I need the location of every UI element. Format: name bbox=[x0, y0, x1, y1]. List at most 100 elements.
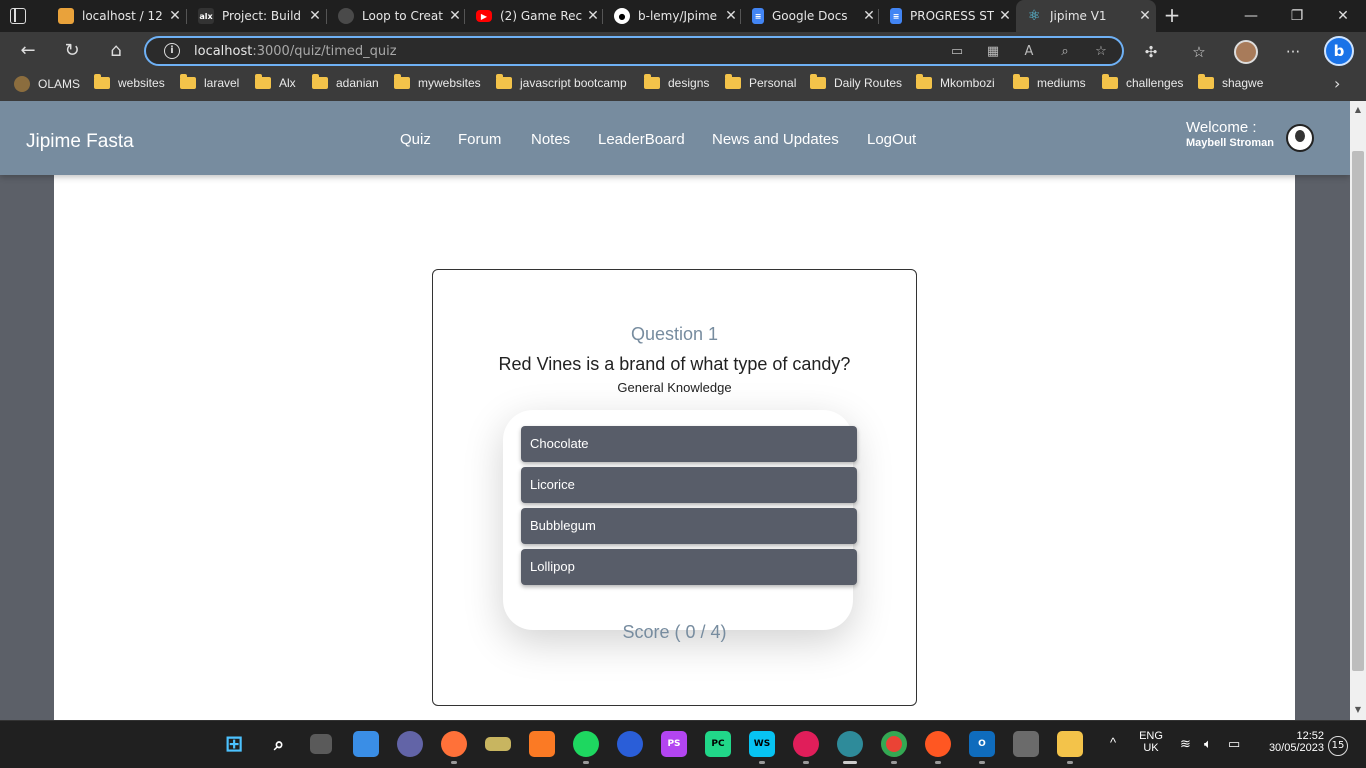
nav-forum[interactable]: Forum bbox=[458, 131, 501, 148]
app-icon[interactable] bbox=[1013, 731, 1039, 757]
close-icon[interactable]: ✕ bbox=[304, 8, 326, 24]
bookmark-folder[interactable]: Daily Routes bbox=[810, 74, 902, 90]
more-options-icon[interactable]: ··· bbox=[1282, 41, 1304, 63]
bookmark-folder[interactable]: Mkombozi bbox=[916, 74, 995, 90]
postman-icon[interactable] bbox=[925, 731, 951, 757]
site-info-icon[interactable]: i bbox=[164, 43, 180, 59]
option-button[interactable]: Bubblegum bbox=[521, 508, 857, 544]
nav-quiz[interactable]: Quiz bbox=[400, 131, 431, 148]
device-icon[interactable]: ▭ bbox=[948, 44, 966, 62]
phpstorm-icon[interactable]: PS bbox=[661, 731, 687, 757]
close-icon[interactable]: ✕ bbox=[994, 8, 1016, 24]
tab-actions-icon[interactable] bbox=[10, 8, 26, 24]
webstorm-icon[interactable]: WS bbox=[749, 731, 775, 757]
bookmark-item[interactable]: OLAMS bbox=[14, 76, 80, 92]
favorites-icon[interactable]: ☆ bbox=[1188, 41, 1210, 63]
nav-logout[interactable]: LogOut bbox=[867, 131, 916, 148]
pycharm-icon[interactable]: PC bbox=[705, 731, 731, 757]
edge-icon[interactable] bbox=[837, 731, 863, 757]
task-view-icon[interactable] bbox=[310, 734, 332, 754]
restore-icon[interactable]: ❐ bbox=[1274, 0, 1320, 32]
avatar[interactable] bbox=[1286, 124, 1314, 152]
new-tab-icon[interactable]: + bbox=[1160, 4, 1184, 28]
scroll-down-icon[interactable]: ▼ bbox=[1353, 705, 1363, 714]
nav-leaderboard[interactable]: LeaderBoard bbox=[598, 131, 685, 148]
read-aloud-icon[interactable]: A bbox=[1020, 44, 1038, 62]
scrollbar-thumb[interactable] bbox=[1352, 151, 1364, 671]
outlook-icon[interactable]: O bbox=[969, 731, 995, 757]
back-arrow-icon[interactable]: ← bbox=[14, 38, 42, 64]
page-scrollbar[interactable]: ▲ ▼ bbox=[1350, 101, 1366, 720]
home-icon[interactable]: ⌂ bbox=[102, 38, 130, 64]
nav-notes[interactable]: Notes bbox=[531, 131, 570, 148]
browser-tab-active[interactable]: ⚛ Jipime V1 ✕ bbox=[1016, 0, 1156, 32]
close-icon[interactable]: ✕ bbox=[720, 8, 742, 24]
close-icon[interactable]: ✕ bbox=[858, 8, 880, 24]
minimize-icon[interactable]: — bbox=[1228, 0, 1274, 32]
browser-tab-7[interactable]: ≡ PROGRESS ST ✕ bbox=[880, 0, 1016, 32]
nav-news-updates[interactable]: News and Updates bbox=[712, 131, 839, 148]
firefox-icon[interactable] bbox=[441, 731, 467, 757]
bookmark-folder[interactable]: Alx bbox=[255, 74, 296, 90]
battery-icon[interactable]: ▭ bbox=[1228, 736, 1240, 752]
spotify-icon[interactable] bbox=[573, 731, 599, 757]
tab-title: (2) Game Rec bbox=[500, 9, 582, 23]
page-viewport: Jipime Fasta Quiz Forum Notes LeaderBoar… bbox=[0, 101, 1350, 720]
language-indicator[interactable]: ENG UK bbox=[1136, 730, 1166, 754]
bookmark-folder[interactable]: shagwe bbox=[1198, 74, 1263, 90]
close-icon[interactable]: ✕ bbox=[164, 8, 186, 24]
address-bar[interactable]: i localhost:3000/quiz/timed_quiz ▭ ▦ A ⌕… bbox=[144, 36, 1124, 66]
bookmark-folder[interactable]: javascript bootcamp bbox=[496, 74, 627, 90]
browser-tab-5[interactable]: ● b-lemy/Jpime ✕ bbox=[604, 0, 742, 32]
bookmark-folder[interactable]: websites bbox=[94, 74, 165, 90]
slack-icon[interactable] bbox=[793, 731, 819, 757]
tab-title: localhost / 12 bbox=[82, 9, 163, 23]
xampp-icon[interactable] bbox=[529, 731, 555, 757]
close-icon[interactable]: ✕ bbox=[582, 8, 604, 24]
score-display: Score ( 0 / 4) bbox=[622, 622, 727, 642]
url-text[interactable]: localhost:3000/quiz/timed_quiz bbox=[194, 44, 397, 59]
widgets-icon[interactable] bbox=[353, 731, 379, 757]
clock[interactable]: 12:52 30/05/2023 bbox=[1258, 730, 1324, 754]
option-button[interactable]: Licorice bbox=[521, 467, 857, 503]
zoom-icon[interactable]: ⌕ bbox=[1056, 44, 1074, 62]
window-close-icon[interactable]: ✕ bbox=[1320, 0, 1366, 32]
chevron-up-icon[interactable]: ^ bbox=[1110, 735, 1116, 750]
chrome-icon[interactable] bbox=[881, 731, 907, 757]
notes-app-icon[interactable] bbox=[485, 737, 511, 751]
apps-icon[interactable]: ▦ bbox=[984, 44, 1002, 62]
windows-start-icon[interactable]: ⊞ bbox=[221, 731, 247, 757]
notification-badge[interactable]: 15 bbox=[1328, 736, 1348, 756]
close-icon[interactable]: ✕ bbox=[1134, 8, 1156, 24]
brand-logo[interactable]: Jipime Fasta bbox=[26, 131, 134, 153]
option-button[interactable]: Lollipop bbox=[521, 549, 857, 585]
search-icon[interactable]: ⌕ bbox=[266, 731, 292, 757]
bookmark-folder[interactable]: adanian bbox=[312, 74, 379, 90]
scroll-up-icon[interactable]: ▲ bbox=[1353, 105, 1363, 114]
bing-icon[interactable]: b bbox=[1324, 36, 1354, 66]
extensions-icon[interactable]: ✣ bbox=[1140, 41, 1162, 63]
teams-chat-icon[interactable] bbox=[397, 731, 423, 757]
option-button[interactable]: Chocolate bbox=[521, 426, 857, 462]
wifi-icon[interactable]: ≋ bbox=[1180, 736, 1191, 752]
folder-icon bbox=[496, 74, 512, 89]
favorite-add-icon[interactable]: ☆ bbox=[1092, 44, 1110, 62]
volume-icon[interactable]: 🔈︎ bbox=[1204, 736, 1212, 752]
bookmark-folder[interactable]: challenges bbox=[1102, 74, 1183, 90]
file-explorer-icon[interactable] bbox=[1057, 731, 1083, 757]
browser-tab-3[interactable]: Loop to Creat ✕ bbox=[328, 0, 466, 32]
browser-tab-6[interactable]: ≡ Google Docs ✕ bbox=[742, 0, 880, 32]
bookmark-folder[interactable]: Personal bbox=[725, 74, 796, 90]
browser-tab-2[interactable]: alx Project: Build ✕ bbox=[188, 0, 326, 32]
app-icon[interactable] bbox=[617, 731, 643, 757]
profile-avatar[interactable] bbox=[1234, 40, 1258, 64]
chevron-right-icon[interactable]: › bbox=[1334, 74, 1340, 93]
close-icon[interactable]: ✕ bbox=[444, 8, 466, 24]
bookmark-folder[interactable]: mediums bbox=[1013, 74, 1086, 90]
browser-tab-1[interactable]: localhost / 12 ✕ bbox=[48, 0, 186, 32]
bookmark-folder[interactable]: mywebsites bbox=[394, 74, 481, 90]
bookmark-folder[interactable]: laravel bbox=[180, 74, 239, 90]
bookmark-folder[interactable]: designs bbox=[644, 74, 709, 90]
browser-tab-4[interactable]: ▶ (2) Game Rec ✕ bbox=[466, 0, 604, 32]
refresh-icon[interactable]: ↻ bbox=[58, 38, 86, 64]
